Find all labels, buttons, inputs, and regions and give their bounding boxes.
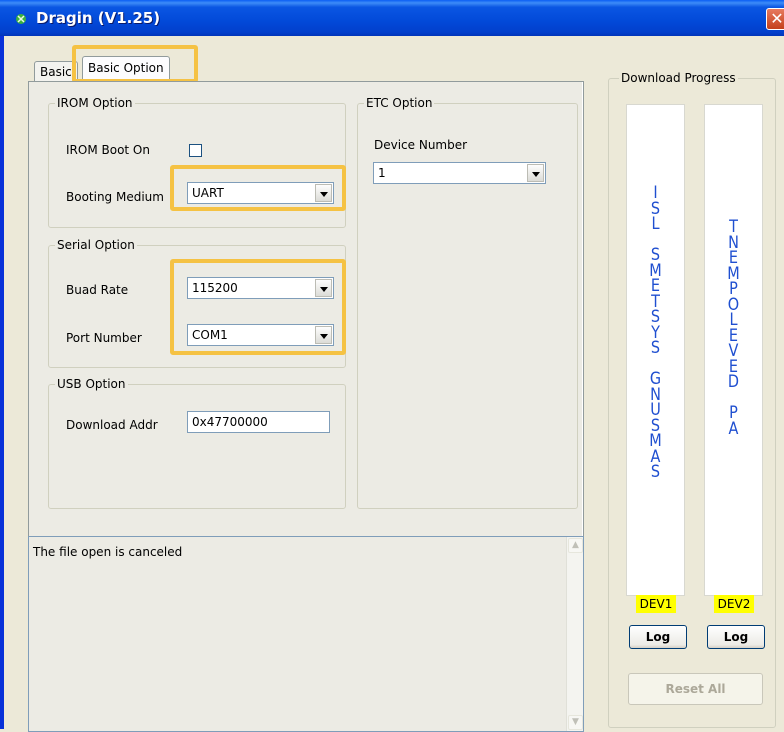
booting-medium-highlight [170,165,346,211]
scroll-down-icon[interactable]: ▼ [568,715,583,730]
baud-rate-label: Buad Rate [66,283,129,297]
dev1-progress: I S L S M E T S Y S G N U S M A S [626,104,685,596]
download-progress-group: Download Progress I S L S M E T S Y S G … [608,71,776,728]
booting-medium-label: Booting Medium [66,190,164,204]
device-number-select[interactable]: 1 [373,162,546,184]
dragin-window: Dragin (V1.25) ✕ Basic Basic Option IROM… [0,0,784,732]
download-addr-label: Download Addr [66,418,158,432]
download-addr-input[interactable]: 0x47700000 [187,411,330,433]
download-progress-label: Download Progress [619,71,738,85]
serial-group-label: Serial Option [55,238,137,252]
chevron-down-icon[interactable] [527,164,544,182]
log-scrollbar[interactable]: ▲ ▼ [566,537,583,731]
irom-boot-on-label: IROM Boot On [66,143,150,157]
dev1-log-button[interactable]: Log [629,625,687,649]
etc-group-label: ETC Option [364,96,435,110]
title-bar[interactable]: Dragin (V1.25) ✕ [0,0,784,36]
tab-highlight [72,45,198,83]
etc-option-group: ETC Option Device Number 1 [357,96,578,509]
usb-option-group: USB Option Download Addr 0x47700000 [48,377,346,509]
log-message: The file open is canceled [33,545,183,559]
dev1-label: DEV1 [636,595,676,613]
usb-group-label: USB Option [55,377,128,391]
dev1-vertical-text: I S L S M E T S Y S G N U S M A S [649,183,662,482]
dev2-vertical-text: T N E M P O L E V E D P A [727,217,740,439]
window-title: Dragin (V1.25) [36,9,161,27]
log-textarea[interactable]: The file open is canceled ▲ ▼ [28,536,584,732]
dev2-log-button[interactable]: Log [707,625,765,649]
app-icon [16,14,26,24]
close-icon[interactable]: ✕ [766,8,784,30]
irom-boot-on-checkbox[interactable] [189,144,202,157]
reset-all-button[interactable]: Reset All [628,673,763,705]
dev2-label: DEV2 [714,595,754,613]
irom-group-label: IROM Option [55,96,135,110]
device-number-label: Device Number [374,138,468,152]
serial-highlight [170,259,346,355]
dev2-progress: T N E M P O L E V E D P A [704,104,763,596]
port-number-label: Port Number [66,331,142,345]
scroll-up-icon[interactable]: ▲ [568,538,583,553]
client-area: Basic Basic Option IROM Option IROM Boot… [4,36,784,732]
